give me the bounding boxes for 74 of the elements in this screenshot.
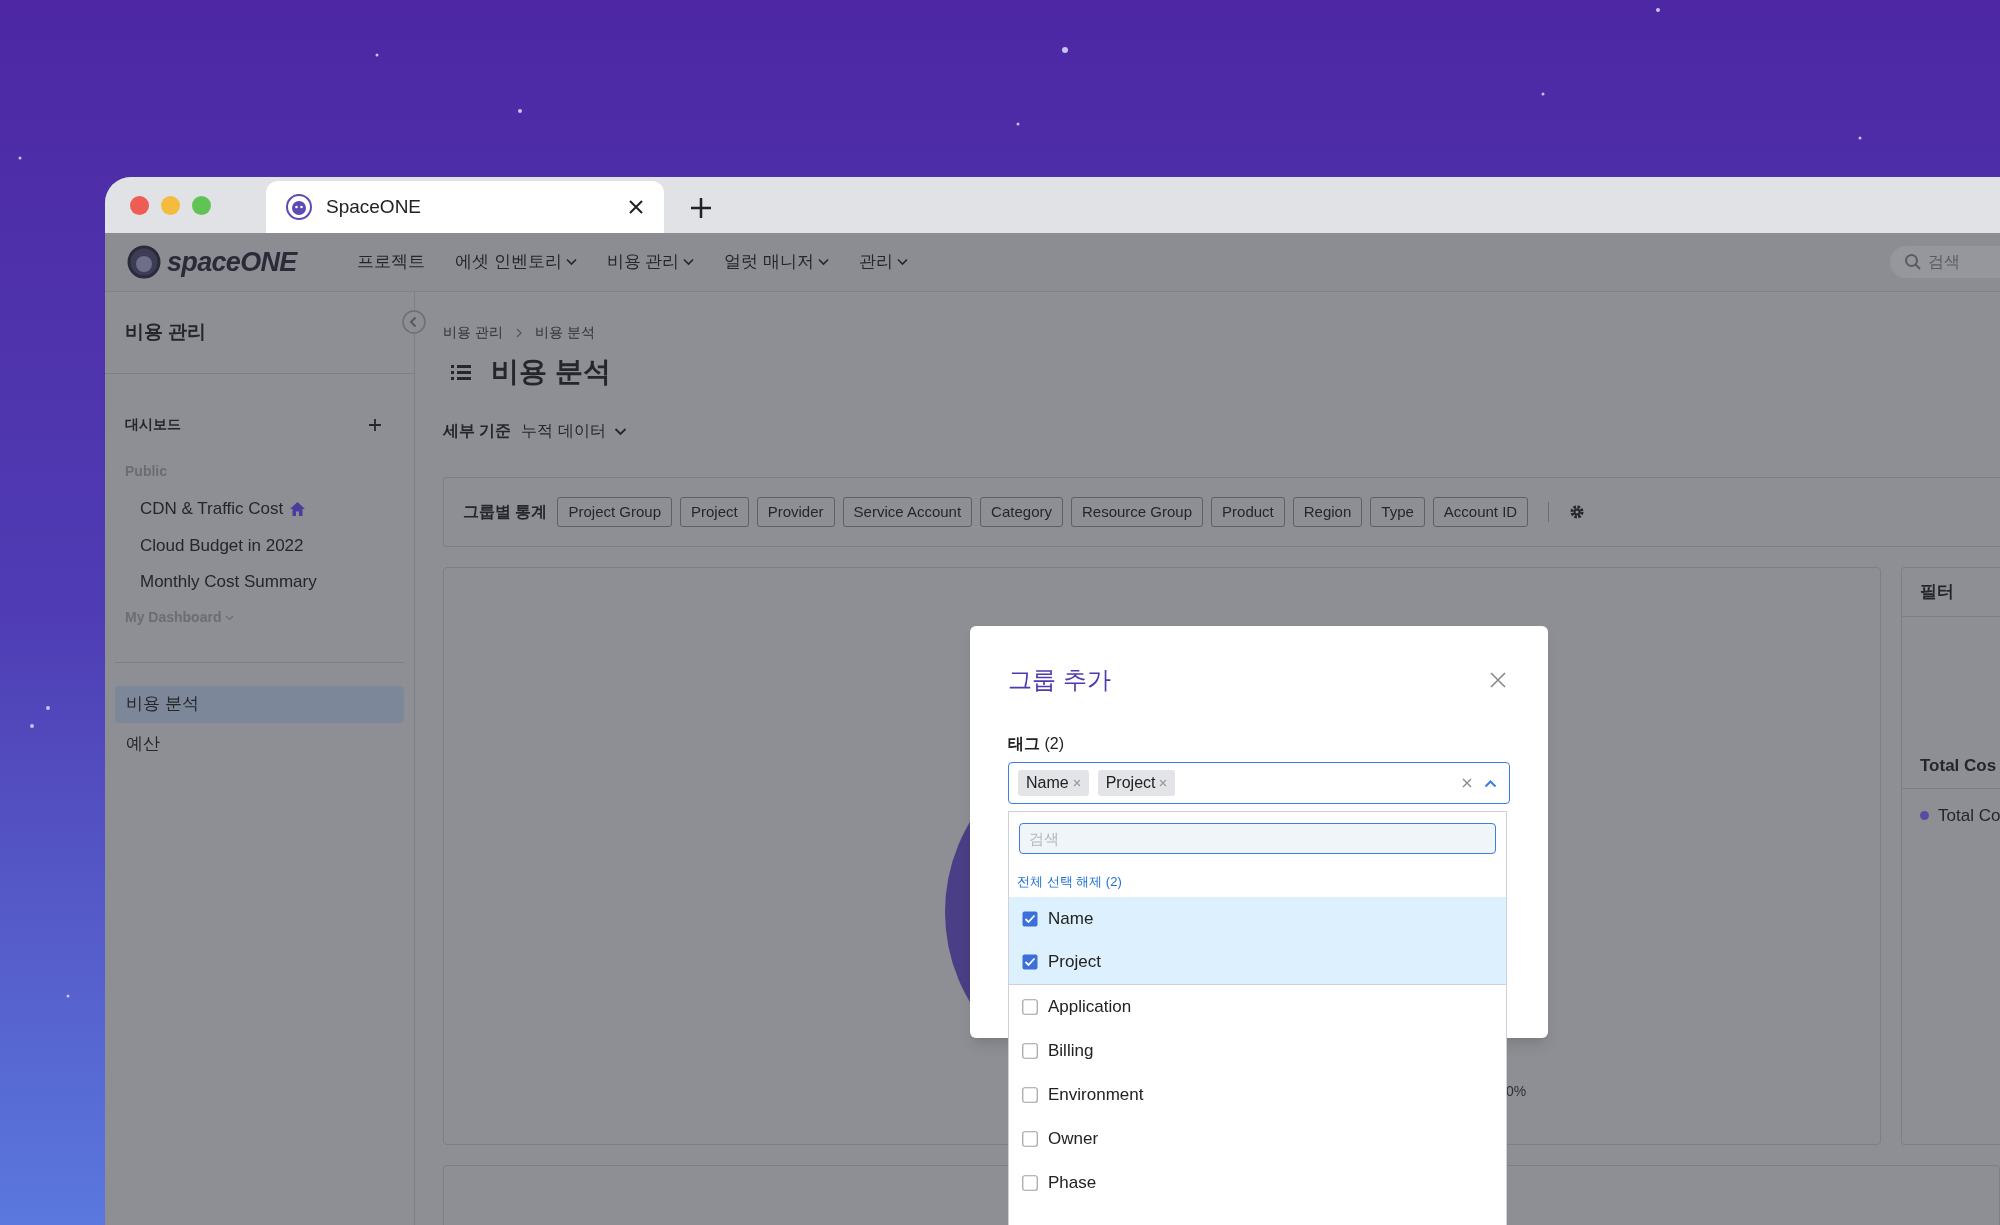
search-icon <box>1904 253 1922 271</box>
search-field[interactable]: 검색 <box>1019 823 1496 854</box>
chevron-down-icon <box>613 426 627 436</box>
checkbox[interactable] <box>1022 998 1038 1015</box>
chevron-down-icon <box>897 258 909 266</box>
nav-menu-item[interactable]: 관리 <box>859 249 909 275</box>
remove-icon[interactable] <box>1072 779 1081 787</box>
new-tab-icon[interactable] <box>690 197 712 219</box>
dashboard-link[interactable]: Cloud Budget in 2022 <box>140 532 304 558</box>
dashboard-link[interactable]: Monthly Cost Summary <box>140 569 317 595</box>
checkbox[interactable] <box>1022 910 1038 927</box>
group-by-chip[interactable]: Service Account <box>842 497 973 527</box>
breadcrumb-current: 비용 분석 <box>534 323 595 342</box>
nav-menu-item[interactable]: 프로젝트 <box>357 249 425 275</box>
option-item[interactable]: Name <box>1009 896 1506 941</box>
dashboard-link[interactable]: CDN & Traffic Cost <box>140 496 307 522</box>
checkbox[interactable] <box>1022 1130 1038 1147</box>
granularity-dropdown[interactable]: 누적 데이터 <box>521 419 627 443</box>
group-by-chip[interactable]: Category <box>980 497 1063 527</box>
nav-menu-item[interactable]: 비용 관리 <box>606 249 695 275</box>
minimize-window-icon[interactable] <box>161 195 180 215</box>
chevron-down-icon <box>818 258 830 266</box>
chevron-up-icon[interactable] <box>1484 778 1497 788</box>
chevron-down-icon <box>565 258 577 266</box>
total-cost-label: Total Cos <box>1920 754 1997 777</box>
group-by-label: 그룹별 통계 <box>463 502 548 522</box>
nav-menu-item[interactable]: 에셋 인벤토리 <box>455 249 577 275</box>
tag-select[interactable]: Name Project <box>1008 762 1510 804</box>
remove-icon[interactable] <box>1159 779 1168 787</box>
group-by-chip[interactable]: Resource Group <box>1071 497 1204 527</box>
maximize-window-icon[interactable] <box>192 195 211 215</box>
legend-label: Total Co <box>1938 805 2000 827</box>
deselect-all-link[interactable]: 전체 선택 해제 (2) <box>1017 872 1122 892</box>
filter-title: 필터 <box>1920 581 1954 604</box>
close-window-icon[interactable] <box>130 195 149 215</box>
checkbox[interactable] <box>1022 1174 1038 1191</box>
checkbox[interactable] <box>1022 1042 1038 1059</box>
close-tab-icon[interactable] <box>628 199 644 215</box>
group-by-chip[interactable]: Project Group <box>557 497 672 527</box>
favicon-icon <box>286 194 312 220</box>
close-icon[interactable] <box>1490 672 1506 688</box>
tag-chip[interactable]: Project <box>1097 770 1176 796</box>
logo-icon <box>127 245 161 279</box>
collapse-sidebar-icon[interactable] <box>402 310 426 334</box>
tag-label: 태그 (2) <box>1008 734 1064 754</box>
chart-percent-label: 0% <box>1506 1082 1527 1101</box>
sidebar-item[interactable]: 예산 <box>115 725 404 763</box>
clear-icon[interactable] <box>1462 778 1472 788</box>
nav-menu-item[interactable]: 얼럿 매니저 <box>724 249 830 275</box>
settings-icon[interactable] <box>1569 504 1586 520</box>
group-by-chip[interactable]: Account ID <box>1432 497 1529 527</box>
sidebar-item[interactable]: 비용 분석 <box>115 685 404 723</box>
tab-title: SpaceONE <box>326 194 423 219</box>
add-icon[interactable] <box>368 417 382 432</box>
group-by-chip[interactable]: Project <box>680 497 749 527</box>
browser-tab[interactable]: SpaceONE <box>266 181 664 233</box>
group-by-chip[interactable]: Region <box>1292 497 1363 527</box>
chevron-down-icon <box>683 258 695 266</box>
logo-text: spaceONE <box>167 245 297 279</box>
group-by-chip[interactable]: Type <box>1370 497 1425 527</box>
option-item[interactable]: Project <box>1009 940 1506 985</box>
breadcrumb-link[interactable]: 비용 관리 <box>443 322 503 343</box>
modal-title: 그룹 추가 <box>1008 665 1111 695</box>
group-by-chip[interactable]: Provider <box>756 497 835 527</box>
list-icon[interactable] <box>451 363 471 381</box>
granularity-label: 세부 기준 <box>443 421 512 441</box>
section-header: 대시보드 <box>125 415 181 434</box>
group-by-chip[interactable]: Product <box>1211 497 1285 527</box>
chevron-right-icon <box>514 327 523 338</box>
sidebar-title: 비용 관리 <box>125 320 207 345</box>
checkbox[interactable] <box>1022 954 1038 970</box>
page-title: 비용 분석 <box>491 355 611 389</box>
tag-chip[interactable]: Name <box>1018 770 1089 796</box>
checkbox[interactable] <box>1022 1086 1038 1103</box>
